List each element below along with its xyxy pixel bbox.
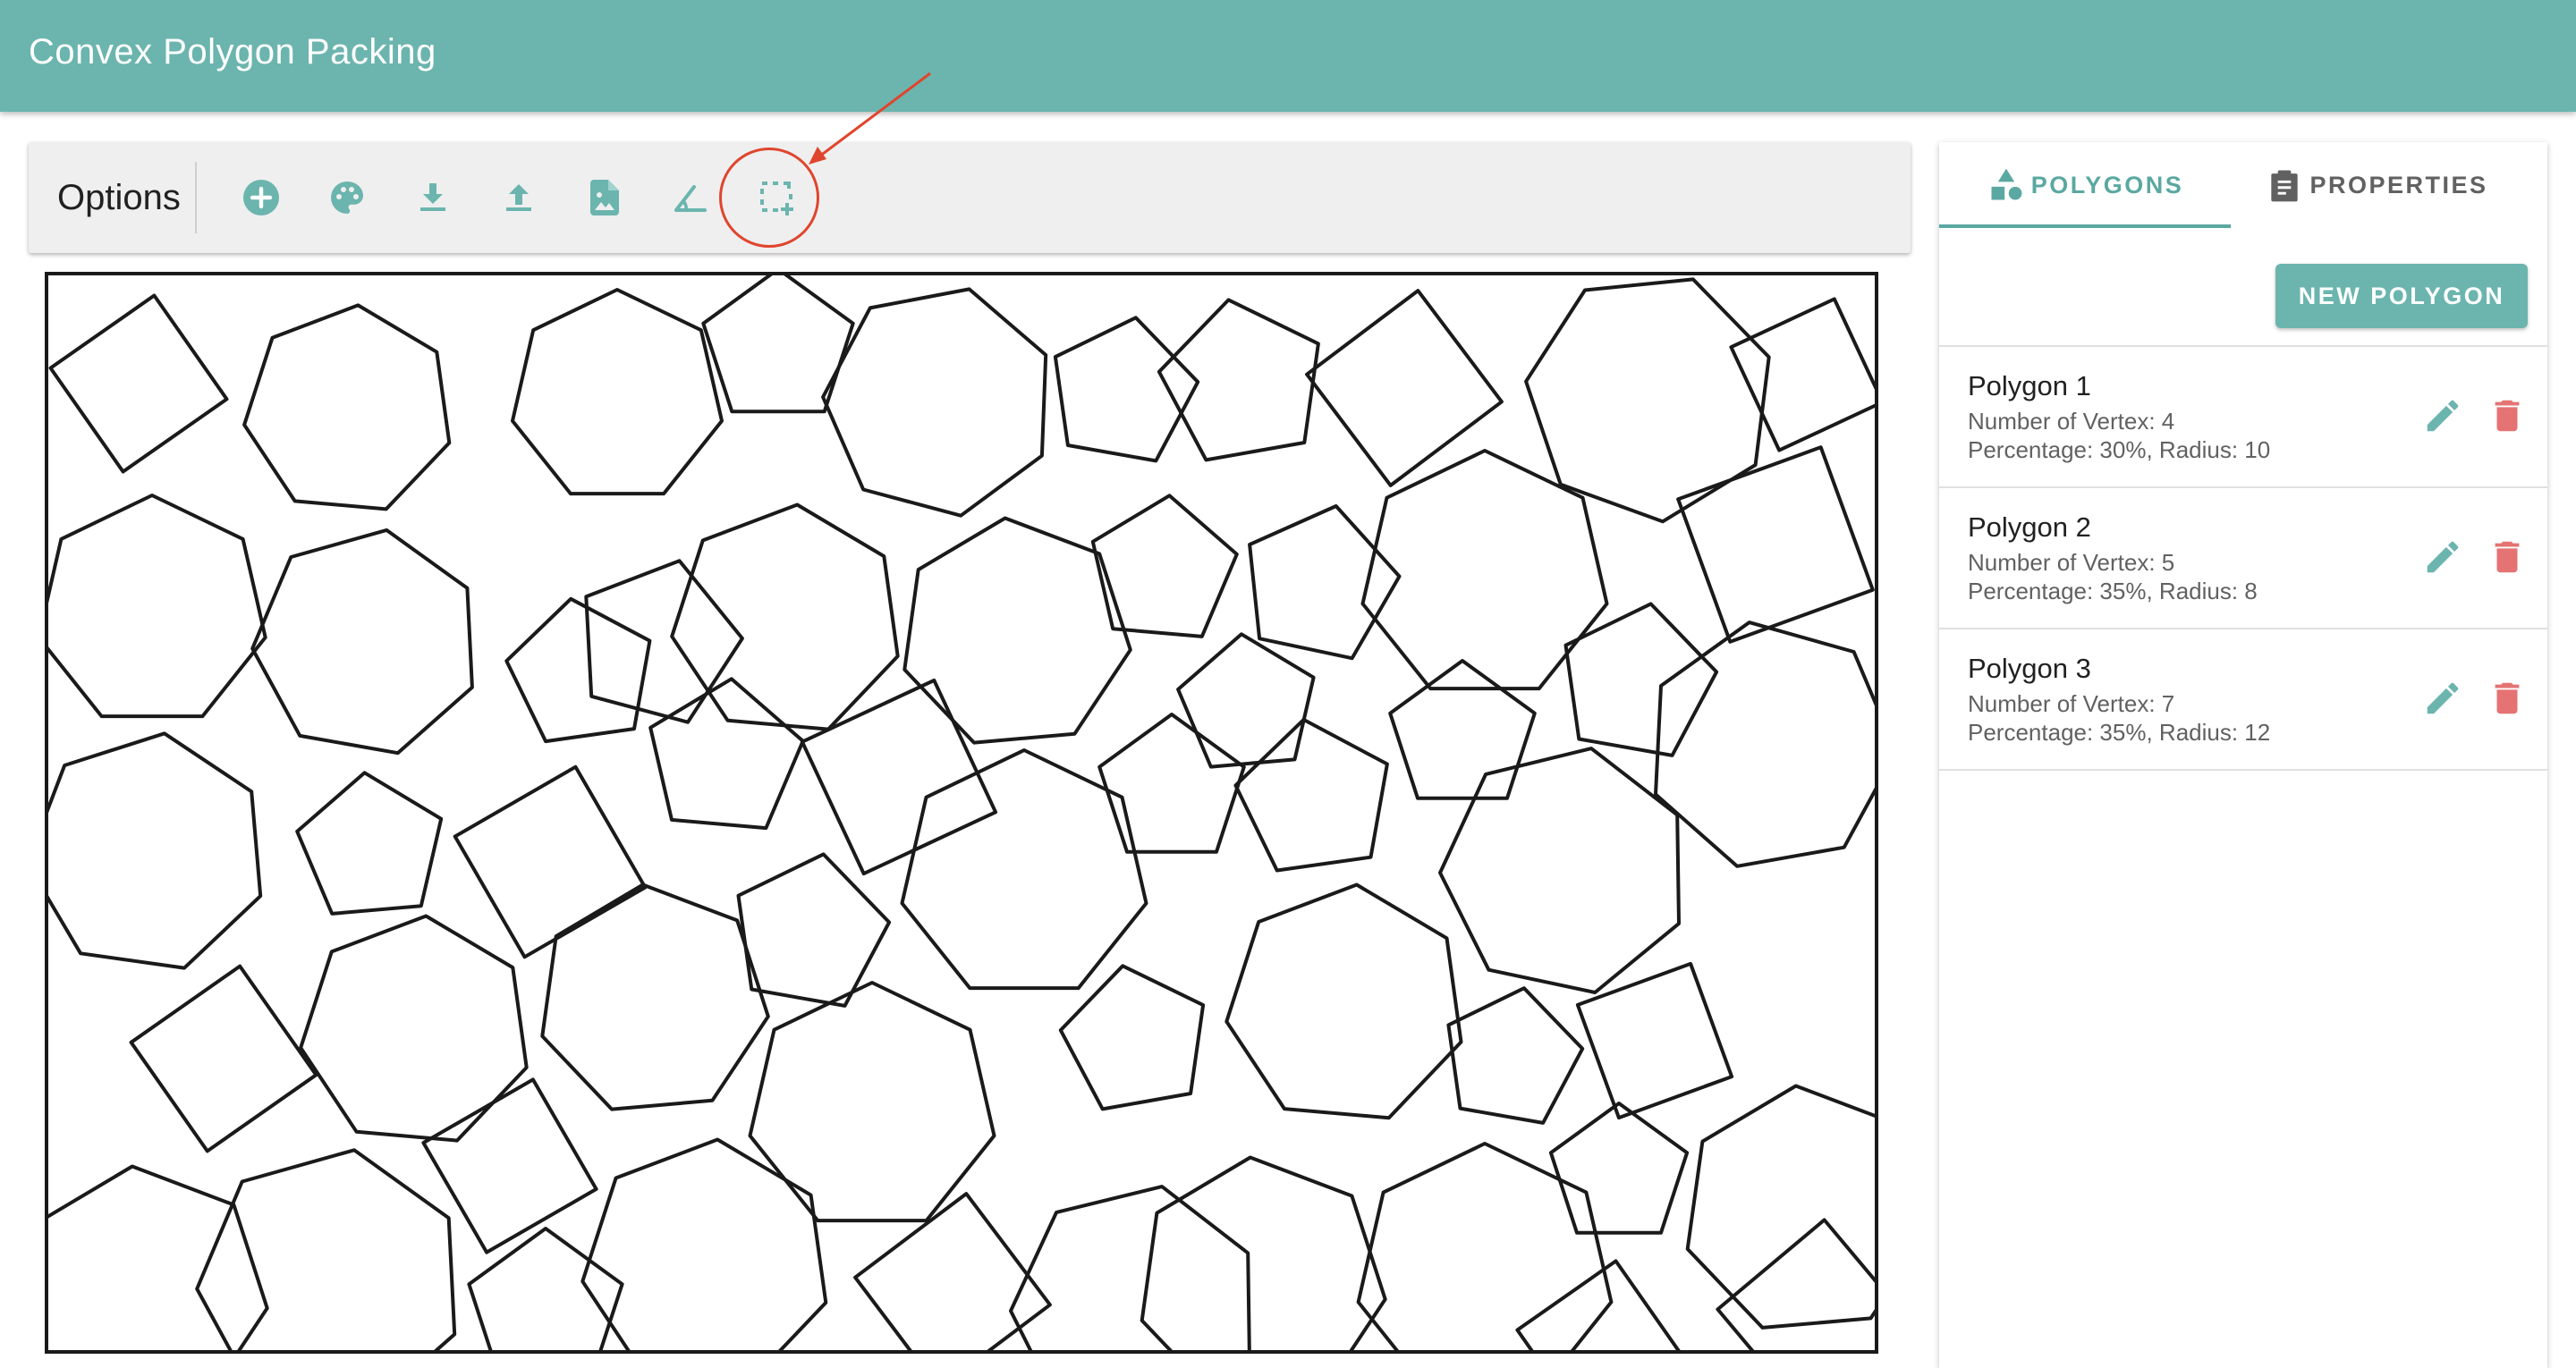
shapes-icon (1991, 168, 2022, 200)
angle-tool-button[interactable] (665, 173, 716, 223)
edit-polygon-button[interactable] (2422, 395, 2463, 436)
color-palette-button[interactable] (322, 173, 372, 223)
download-button[interactable] (408, 173, 458, 223)
polygon-details: Percentage: 35%, Radius: 8 (1968, 578, 2258, 604)
pencil-icon (2427, 400, 2459, 432)
polygon-list-item[interactable]: Polygon 1 Number of Vertex: 4 Percentage… (1939, 347, 2547, 486)
polygon-name: Polygon 3 (1968, 653, 2091, 684)
polygon-details: Percentage: 30%, Radius: 10 (1968, 436, 2271, 463)
delete-polygon-button[interactable] (2487, 536, 2528, 578)
app-bar: Convex Polygon Packing (0, 0, 2576, 112)
polygon-vertex-count: Number of Vertex: 5 (1968, 549, 2175, 576)
polygon-vertex-count: Number of Vertex: 7 (1968, 690, 2175, 717)
polygon-name: Polygon 2 (1968, 511, 2091, 543)
trash-icon (2495, 682, 2520, 714)
delete-polygon-button[interactable] (2487, 395, 2528, 436)
tab-polygons[interactable]: POLYGONS (1939, 142, 2231, 228)
polygon-list-item[interactable]: Polygon 2 Number of Vertex: 5 Percentage… (1939, 488, 2547, 628)
angle-icon (674, 185, 707, 212)
annotation-arrow-icon (809, 72, 931, 165)
polygon-list-item[interactable]: Polygon 3 Number of Vertex: 7 Percentage… (1939, 629, 2547, 769)
trash-icon (2495, 541, 2520, 573)
delete-polygon-button[interactable] (2487, 678, 2528, 719)
polygon-details: Percentage: 35%, Radius: 12 (1968, 719, 2271, 746)
polygon-vertex-count: Number of Vertex: 4 (1968, 408, 2175, 435)
tab-polygons-label: POLYGONS (2030, 171, 2184, 198)
pencil-icon (2427, 682, 2459, 714)
polygon-name: Polygon 1 (1968, 370, 2091, 401)
palette-icon (331, 182, 363, 214)
polygon-packing-drawing (45, 272, 1878, 1354)
side-panel: POLYGONS PROPERTIES NEW POLYGON Polygon … (1939, 142, 2547, 1368)
list-divider (1939, 769, 2547, 771)
image-file-icon (590, 180, 619, 215)
download-icon (420, 183, 445, 211)
toolbar-divider (195, 162, 197, 233)
trash-icon (2495, 400, 2520, 432)
upload-icon (506, 184, 531, 211)
active-tab-indicator (1939, 224, 2231, 228)
export-image-button[interactable] (580, 173, 630, 223)
packing-canvas[interactable] (45, 272, 1878, 1354)
tab-properties-label: PROPERTIES (2309, 171, 2488, 198)
edit-polygon-button[interactable] (2422, 678, 2463, 719)
upload-button[interactable] (494, 173, 544, 223)
app-title: Convex Polygon Packing (29, 32, 436, 72)
pencil-icon (2427, 541, 2459, 573)
add-polygon-button[interactable] (236, 173, 286, 223)
new-polygon-button[interactable]: NEW POLYGON (2275, 264, 2528, 328)
options-toolbar: Options (29, 142, 1911, 253)
clipboard-icon (2271, 170, 2299, 202)
panel-tabs: POLYGONS PROPERTIES (1939, 142, 2547, 228)
options-label: Options (57, 178, 181, 217)
add-circle-icon (243, 180, 279, 215)
edit-polygon-button[interactable] (2422, 536, 2463, 578)
tab-properties[interactable]: PROPERTIES (2231, 142, 2522, 228)
